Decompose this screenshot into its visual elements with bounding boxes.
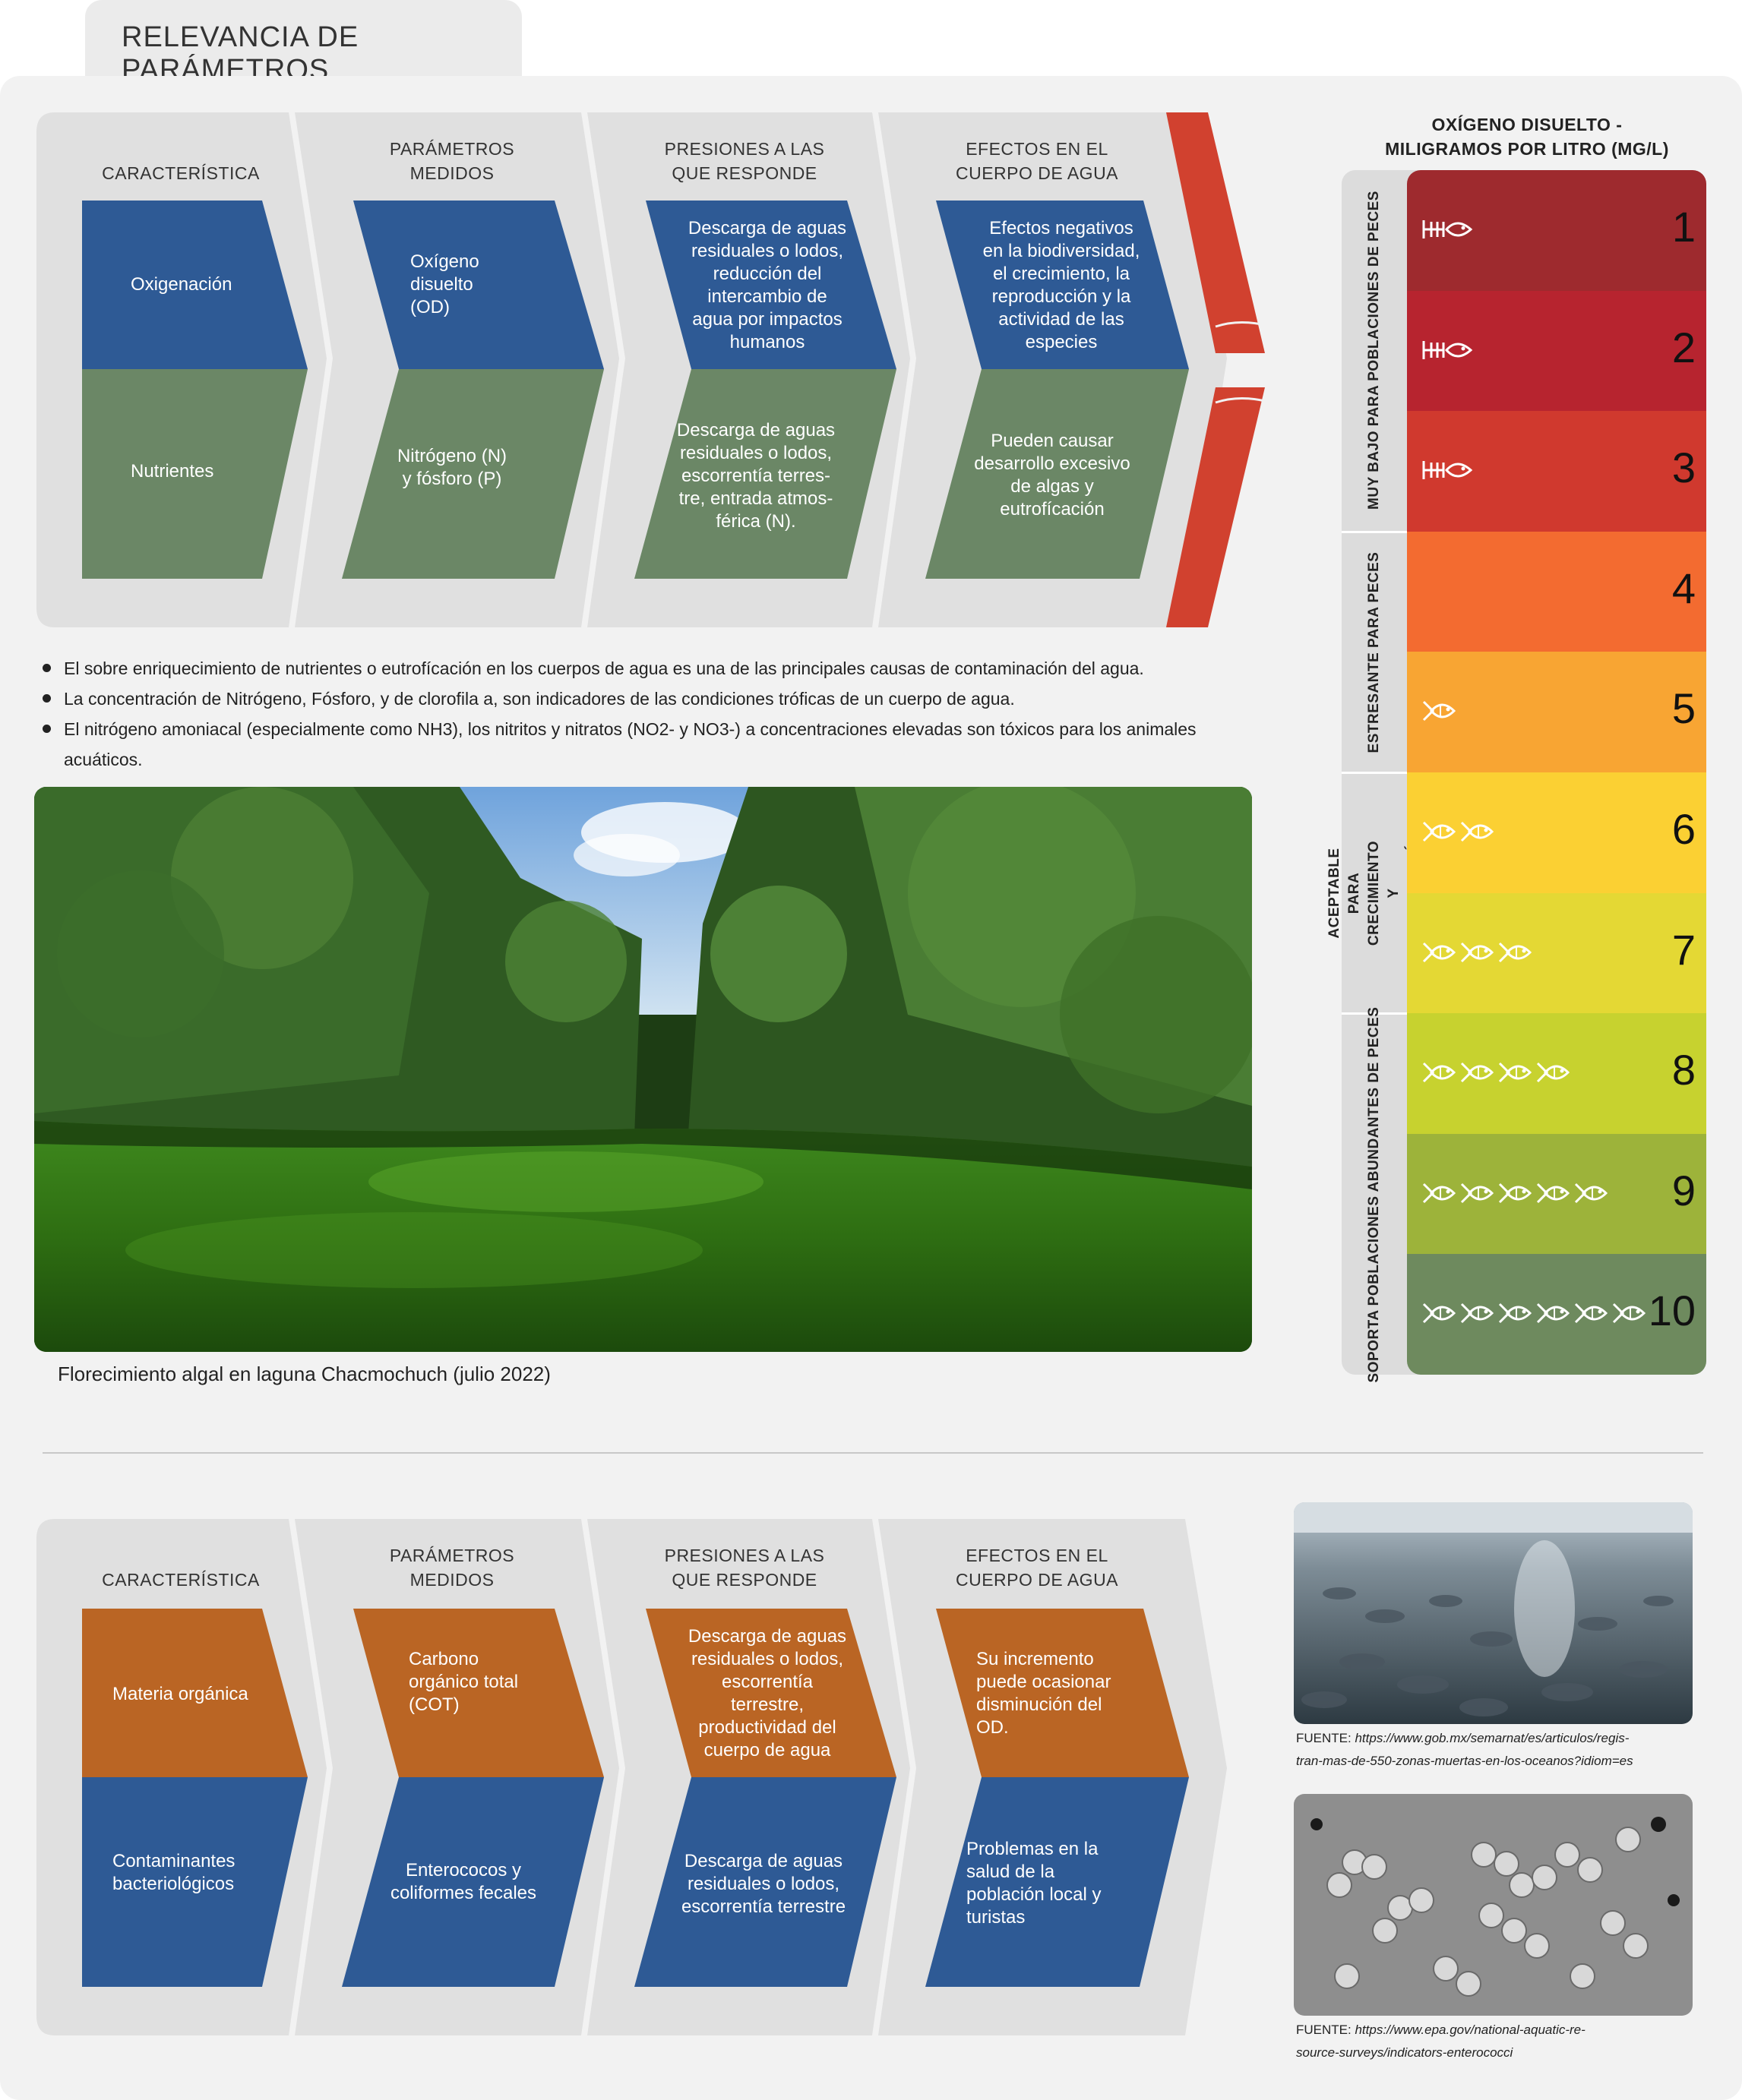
do-level-6: 6 [1407, 772, 1706, 895]
fish-icon [1421, 816, 1495, 847]
group-aceptable: ACEPTABLE PARA CRECIMIENTO Y REPRODUCCIÓ… [1326, 774, 1421, 1012]
scale-levels: 1 2 3 4 5 6 7 8 9 10 [1407, 170, 1706, 1375]
header-caracteristica: CARACTERÍSTICA [102, 1570, 260, 1590]
bullet-item: El nitrógeno amoniacal (especialmente co… [43, 714, 1228, 775]
fish-icon [1421, 1298, 1647, 1328]
source-2-label: FUENTE: [1296, 2023, 1352, 2037]
do-level-3: 3 [1407, 411, 1706, 533]
do-level-4: 4 [1407, 531, 1706, 654]
fish-icon [1421, 937, 1533, 968]
scale-title: OXÍGENO DISUELTO - MILIGRAMOS POR LITRO … [1345, 112, 1709, 161]
cell-bot-r2-c3-text: Descarga de aguas residuales o lodos, es… [681, 1851, 846, 1917]
cell-bot-r1-c3-text: Descarga de aguas residuales o lodos, es… [688, 1626, 847, 1761]
cell-top-r2-c1-text: Nutrientes [131, 461, 214, 482]
do-level-2: 2 [1407, 290, 1706, 413]
group-label: SOPORTA POBLACIONES ABUNDANTES DE PECES [1366, 1006, 1382, 1383]
fish-icon [1421, 696, 1457, 726]
do-level-value: 10 [1648, 1287, 1696, 1335]
source-1: FUENTE: https://www.gob.mx/semarnat/es/a… [1296, 1727, 1706, 1773]
source-1-label: FUENTE: [1296, 1731, 1352, 1745]
group-label: ESTRESANTE PARA PECES [1366, 551, 1382, 753]
do-level-value: 8 [1671, 1046, 1696, 1094]
do-level-value: 9 [1671, 1166, 1696, 1214]
photo-caption: Florecimiento algal en laguna Chacmochuc… [58, 1363, 551, 1385]
do-level-5: 5 [1407, 652, 1706, 774]
do-level-7: 7 [1407, 892, 1706, 1015]
header-efectos: EFECTOS EN EL CUERPO DE AGUA [955, 1546, 1119, 1590]
fish-icon [1421, 1057, 1571, 1088]
cell-top-r1-c4-text: Efectos negativos en la biodiversidad, e… [982, 218, 1140, 352]
do-level-value: 5 [1671, 684, 1696, 733]
flow-bottom: CARACTERÍSTICA PARÁMETROS MEDIDOS PRESIO… [0, 1405, 1291, 2043]
cell-top-r2-c3-text: Descarga de aguas residuales o lodos, es… [676, 420, 836, 532]
do-level-8: 8 [1407, 1013, 1706, 1135]
header-presiones: PRESIONES A LAS QUE RESPONDE [664, 139, 825, 183]
cell-top-r1-c1-text: Oxigenación [131, 274, 232, 295]
do-level-value: 6 [1671, 805, 1696, 853]
cell-top-r2-c2-text: Nitrógeno (N) y fósforo (P) [397, 446, 507, 489]
do-level-value: 4 [1671, 564, 1696, 612]
dead-fish-icon [1421, 214, 1474, 245]
flow-top: CARACTERÍSTICA PARÁMETROS MEDIDOS PRESIO… [0, 0, 1291, 638]
do-level-10: 10 [1407, 1254, 1706, 1375]
bacteria-micrograph [1294, 1794, 1693, 2016]
group-estresante: ESTRESANTE PARA PECES [1342, 533, 1407, 772]
source-2: FUENTE: https://www.epa.gov/national-aqu… [1296, 2019, 1706, 2064]
header-caracteristica: CARACTERÍSTICA [102, 163, 260, 183]
dead-fish-icon [1421, 335, 1474, 365]
do-level-value: 1 [1671, 203, 1696, 251]
cell-top-r1-c2-text: Oxígeno disuelto (OD) [410, 251, 479, 317]
scale-title-line2: MILIGRAMOS POR LITRO (MG/L) [1385, 139, 1669, 159]
lagoon-photo [34, 787, 1252, 1352]
cell-bot-r1-c4-text: Su incremento puede ocasionar disminució… [976, 1649, 1111, 1738]
cell-bot-r2-c4-text: Problemas en la salud de la población lo… [966, 1839, 1102, 1928]
header-parametros: PARÁMETROS MEDIDOS [389, 1546, 515, 1590]
group-soporta: SOPORTA POBLACIONES ABUNDANTES DE PECES [1342, 1007, 1407, 1383]
scale-title-line1: OXÍGENO DISUELTO - [1431, 115, 1623, 134]
do-level-9: 9 [1407, 1133, 1706, 1256]
cell-bot-r1-c1-text: Materia orgánica [112, 1684, 248, 1704]
cell-bot-r2-c1-text: Contaminantes bacteriológicos [112, 1851, 236, 1894]
do-level-value: 3 [1671, 444, 1696, 492]
header-efectos: EFECTOS EN EL CUERPO DE AGUA [955, 139, 1119, 183]
bullet-item: El sobre enriquecimiento de nutrientes o… [43, 653, 1228, 684]
bullet-item: La concentración de Nitrógeno, Fósforo, … [43, 684, 1228, 714]
cell-bot-r2-c2-text: Enterococos y coliformes fecales [390, 1860, 537, 1903]
cell-top-r1-c3-text: Descarga de aguas residuales o lodos, re… [688, 218, 847, 352]
do-level-value: 2 [1671, 323, 1696, 371]
cell-top-r2-c4-text: Pueden causar desarrollo excesivo de alg… [974, 431, 1130, 519]
dead-fish-photo [1294, 1502, 1693, 1724]
cell-bot-r1-c2-text: Carbono orgánico total (COT) [409, 1649, 519, 1715]
bullet-list: El sobre enriquecimiento de nutrientes o… [43, 653, 1228, 775]
do-level-1: 1 [1407, 170, 1706, 292]
header-presiones: PRESIONES A LAS QUE RESPONDE [664, 1546, 825, 1590]
header-parametros: PARÁMETROS MEDIDOS [389, 139, 515, 183]
dead-fish-icon [1421, 455, 1474, 485]
group-label: MUY BAJO PARA POBLACIONES DE PECES [1366, 191, 1382, 510]
do-level-value: 7 [1671, 925, 1696, 974]
section-divider [43, 1452, 1703, 1454]
group-muy-bajo: MUY BAJO PARA POBLACIONES DE PECES [1342, 170, 1407, 530]
fish-icon [1421, 1178, 1609, 1208]
